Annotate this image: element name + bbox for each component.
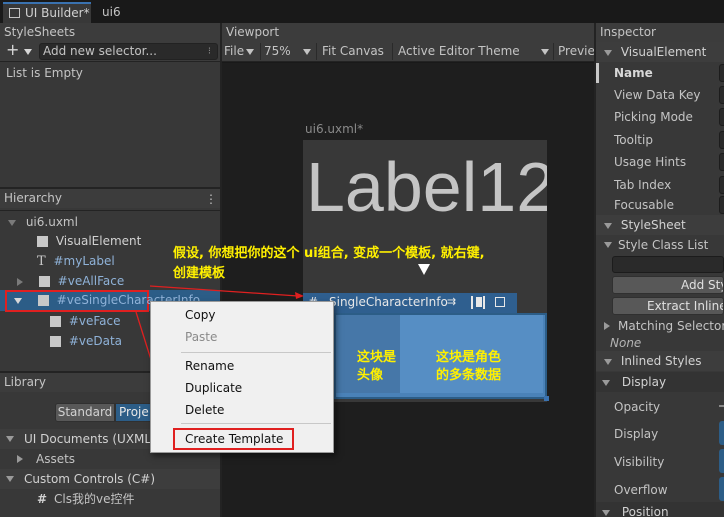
inspector-section-label: Inlined Styles <box>620 354 702 368</box>
menu-separator <box>181 423 331 424</box>
chevron-down-icon <box>604 242 612 248</box>
style-class-input[interactable] <box>612 256 724 273</box>
display-toggle[interactable] <box>719 421 724 445</box>
matching-selectors-row[interactable]: Matching Selectors <box>596 316 724 336</box>
style-class-list-row[interactable]: Style Class List <box>596 235 724 255</box>
matching-selectors-label: Matching Selectors <box>618 319 724 333</box>
opacity-slider[interactable] <box>719 405 724 407</box>
inspector-section-label: Position <box>621 505 669 517</box>
field-label: Focusable <box>614 198 674 212</box>
field-label: Visibility <box>614 455 665 469</box>
menu-item-rename[interactable]: Rename <box>151 355 335 377</box>
inspector-field-tab-index: Tab Index <box>614 175 671 195</box>
inspector-field-usage-hints: Usage Hints <box>614 152 686 172</box>
menu-item-label: Duplicate <box>185 381 243 395</box>
menu-item-copy[interactable]: Copy <box>151 304 335 326</box>
menu-item-label: Copy <box>185 308 216 322</box>
inspector-section-display[interactable]: Display <box>596 372 724 392</box>
field-label: Usage Hints <box>614 155 687 169</box>
arrow-to-viewport <box>149 285 299 297</box>
menu-item-delete[interactable]: Delete <box>151 399 335 421</box>
chevron-down-icon <box>604 222 612 229</box>
inspector-field-visibility: Visibility <box>614 452 664 472</box>
field-label: Name <box>614 66 653 80</box>
chevron-down-icon <box>604 49 612 56</box>
inspector-section-inlined-styles[interactable]: Inlined Styles <box>596 351 724 371</box>
inspector-section-stylesheet[interactable]: StyleSheet <box>596 215 724 235</box>
field-label: Display <box>614 427 659 441</box>
tab-index-input[interactable] <box>719 176 724 194</box>
chevron-right-icon <box>604 322 610 330</box>
menu-item-label: Rename <box>185 359 235 373</box>
field-label: Tab Index <box>614 178 672 192</box>
field-label: Tooltip <box>614 133 653 147</box>
field-label: View Data Key <box>614 88 701 102</box>
inspector-field-name: Name <box>614 63 653 83</box>
field-label: Overflow <box>614 483 668 497</box>
add-style-class-button[interactable]: Add Sty <box>612 276 724 294</box>
chevron-down-icon <box>602 379 610 386</box>
create-template-highlight-box <box>173 428 294 450</box>
menu-item-duplicate[interactable]: Duplicate <box>151 377 335 399</box>
menu-item-label: Delete <box>185 403 225 417</box>
chevron-down-icon <box>602 509 610 516</box>
style-class-list-label: Style Class List <box>618 238 709 252</box>
inspector-field-opacity: Opacity <box>614 397 660 417</box>
inspector-section-label: StyleSheet <box>620 218 686 232</box>
inspector-header: Inspector <box>596 23 724 42</box>
none-label: None <box>610 336 642 350</box>
inspector-field-view-data-key: View Data Key <box>614 85 701 105</box>
arrow-head-viewport <box>295 292 304 299</box>
inspector-title: Inspector <box>600 25 656 39</box>
inspector-field-tooltip: Tooltip <box>614 130 653 150</box>
inspector-section-label: VisualElement <box>620 45 707 59</box>
view-data-key-input[interactable] <box>719 86 724 104</box>
add-style-class-label: Add Sty <box>681 278 724 292</box>
field-label: Picking Mode <box>614 110 693 124</box>
usage-hints-dropdown[interactable] <box>719 153 724 171</box>
overflow-toggle[interactable] <box>719 477 724 501</box>
context-menu: Copy Paste Rename Duplicate Delete Creat… <box>150 301 334 453</box>
menu-separator <box>181 352 331 353</box>
inspector-section-label: Display <box>621 375 667 389</box>
menu-item-paste: Paste <box>151 326 335 348</box>
inspector-section-position[interactable]: Position <box>596 502 724 517</box>
inspector-field-focusable: Focusable <box>614 195 674 215</box>
tooltip-input[interactable] <box>719 131 724 149</box>
inspector-field-overflow: Overflow <box>614 480 668 500</box>
focusable-toggle[interactable] <box>719 196 724 214</box>
chevron-down-icon <box>604 358 612 365</box>
extract-inlined-label: Extract Inlined <box>647 299 723 313</box>
extract-inlined-button[interactable]: Extract Inlined <box>612 297 724 315</box>
name-input[interactable] <box>719 64 724 82</box>
inspector-section-visual-element[interactable]: VisualElement <box>596 42 724 62</box>
picking-mode-dropdown[interactable] <box>719 108 724 126</box>
inspector-field-picking-mode: Picking Mode <box>614 107 693 127</box>
visibility-toggle[interactable] <box>719 449 724 473</box>
field-label: Opacity <box>614 400 661 414</box>
inspector-field-display: Display <box>614 424 658 444</box>
menu-item-label: Paste <box>185 330 218 344</box>
name-field-marker <box>596 63 599 83</box>
